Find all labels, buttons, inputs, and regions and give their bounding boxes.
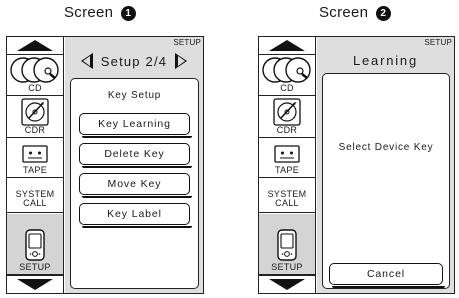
scroll-up-button[interactable]	[259, 37, 315, 55]
mode-label: SETUP	[173, 38, 201, 47]
cd-icon	[10, 57, 59, 83]
delete-key-button[interactable]: Delete Key	[79, 143, 192, 168]
cdr-icon	[21, 98, 49, 126]
system-call-label-line2: CALL	[23, 198, 47, 208]
page-title-bar: Setup 2/4	[65, 48, 203, 74]
source-rail: CD CDR TAPE SYSTEM CALL SETUP	[259, 37, 316, 293]
instruction-message: Select Device Key	[338, 142, 434, 153]
scroll-down-icon	[269, 278, 305, 290]
source-cdr-button[interactable]: CDR	[259, 97, 315, 138]
cdr-icon	[273, 98, 301, 126]
cancel-button[interactable]: Cancel	[329, 263, 445, 288]
source-cd-label: CD	[28, 83, 42, 93]
screen-2-caption-label: Screen	[319, 4, 369, 21]
tape-icon	[22, 145, 48, 163]
arrow-left-icon[interactable]	[80, 53, 93, 69]
arrow-right-icon[interactable]	[175, 53, 188, 69]
screen-1-caption-number: 1	[120, 6, 136, 21]
screen-1-caption-label: Screen	[64, 4, 114, 21]
scroll-up-button[interactable]	[7, 37, 63, 55]
scroll-down-icon	[17, 278, 53, 290]
tape-icon	[274, 145, 300, 163]
source-cd-button[interactable]: CD	[259, 56, 315, 96]
source-setup-button[interactable]: SETUP	[7, 214, 63, 275]
screen-1-caption: Screen 1	[64, 4, 136, 21]
system-call-label-line2: CALL	[275, 198, 299, 208]
mode-label: SETUP	[424, 38, 452, 47]
move-key-button[interactable]: Move Key	[79, 173, 192, 198]
key-learning-button[interactable]: Key Learning	[79, 113, 192, 138]
setup-panel: SETUP Setup 2/4 Key Setup Key Learning D…	[65, 37, 203, 293]
screen-1: CD CDR TAPE SYSTEM CALL SETUP SETUP Setu…	[6, 36, 204, 294]
screen-2-caption: Screen 2	[319, 4, 391, 21]
source-tape-button[interactable]: TAPE	[7, 139, 63, 178]
source-tape-label: TAPE	[274, 165, 300, 175]
scroll-up-icon	[269, 40, 305, 51]
source-cdr-label: CDR	[276, 125, 298, 135]
source-tape-button[interactable]: TAPE	[259, 139, 315, 178]
key-setup-heading: Key Setup	[107, 90, 162, 101]
key-label-button[interactable]: Key Label	[79, 203, 192, 228]
system-call-button[interactable]: SYSTEM CALL	[7, 179, 63, 213]
learning-panel: SETUP Learning Select Device Key Cancel	[317, 37, 454, 293]
source-cdr-label: CDR	[24, 125, 46, 135]
source-setup-button[interactable]: SETUP	[259, 214, 315, 275]
source-cdr-button[interactable]: CDR	[7, 97, 63, 138]
source-cd-label: CD	[280, 83, 294, 93]
page-title: Setup 2/4	[100, 53, 168, 69]
learning-box: Select Device Key Cancel	[322, 73, 450, 289]
key-setup-box: Key Setup Key Learning Delete Key Move K…	[70, 78, 199, 289]
source-setup-label: SETUP	[271, 262, 303, 272]
system-call-button[interactable]: SYSTEM CALL	[259, 179, 315, 213]
scroll-down-button[interactable]	[7, 275, 63, 292]
screen-2: CD CDR TAPE SYSTEM CALL SETUP SETUP Lear…	[258, 36, 455, 294]
source-rail: CD CDR TAPE SYSTEM CALL SETUP	[7, 37, 64, 293]
page-title-bar: Learning	[317, 47, 454, 73]
cd-icon	[262, 57, 311, 83]
remote-icon	[25, 229, 45, 261]
remote-icon	[277, 229, 297, 261]
scroll-up-icon	[17, 40, 53, 51]
screen-2-caption-number: 2	[375, 6, 391, 21]
source-setup-label: SETUP	[19, 262, 51, 272]
source-cd-button[interactable]: CD	[7, 56, 63, 96]
source-tape-label: TAPE	[22, 165, 48, 175]
scroll-down-button[interactable]	[259, 275, 315, 292]
page-title: Learning	[353, 52, 418, 68]
